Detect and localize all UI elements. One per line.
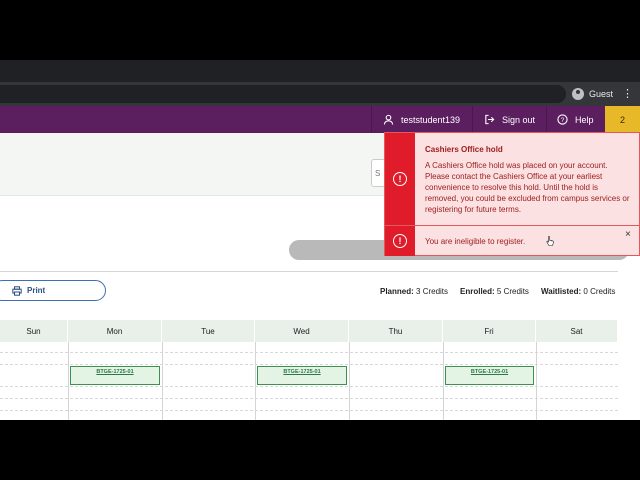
print-button[interactable]: Print <box>0 280 106 301</box>
day-column-line <box>162 342 163 420</box>
svg-text:?: ? <box>561 117 565 124</box>
alert-panel: ! Cashiers Office hold A Cashiers Office… <box>384 132 640 256</box>
printer-icon <box>12 285 22 296</box>
ineligible-alert-stripe: ! <box>385 226 415 256</box>
user-icon <box>383 114 394 125</box>
day-column-line <box>68 342 69 420</box>
username-label: teststudent139 <box>401 114 461 125</box>
day-column-line <box>255 342 256 420</box>
user-menu[interactable]: teststudent139 <box>383 106 460 133</box>
hold-message: A Cashiers Office hold was placed on you… <box>425 161 630 214</box>
day-header-wed: Wed <box>255 320 349 342</box>
profile-button[interactable]: Guest <box>572 86 613 102</box>
course-block-mon[interactable]: BTGE-1725-01 <box>70 366 160 385</box>
nav-divider <box>472 106 473 133</box>
nav-divider <box>371 106 372 133</box>
enrolled-credits: Enrolled: 5 Credits <box>460 287 529 296</box>
course-block-wed[interactable]: BTGE-1725-01 <box>257 366 347 385</box>
time-row-line <box>0 352 618 353</box>
hold-alert: ! Cashiers Office hold A Cashiers Office… <box>385 133 639 226</box>
top-navigation: teststudent139 Sign out ? Help 2 <box>0 106 640 133</box>
day-header-sun: Sun <box>0 320 68 342</box>
address-bar[interactable] <box>0 85 566 103</box>
alert-icon: ! <box>393 172 407 186</box>
profile-label: Guest <box>589 89 614 99</box>
day-column-line <box>349 342 350 420</box>
planned-credits: Planned: 3 Credits <box>380 287 448 296</box>
day-header-tue: Tue <box>162 320 255 342</box>
nav-divider <box>546 106 547 133</box>
guest-avatar-icon <box>572 88 584 100</box>
mouse-pointer-icon <box>546 236 554 246</box>
print-label: Print <box>27 286 46 295</box>
notification-count: 2 <box>619 114 625 125</box>
day-column-line <box>536 342 537 420</box>
waitlisted-credits: Waitlisted: 0 Credits <box>541 287 615 296</box>
time-row-line <box>0 386 618 387</box>
time-row-line <box>0 398 618 399</box>
screen-frame: Guest ⋮ teststudent139 Sign out ? Help 2 <box>0 0 640 480</box>
help-button[interactable]: ? Help <box>557 106 594 133</box>
time-row-line <box>0 410 618 411</box>
planned-value: 3 Credits <box>416 287 449 296</box>
time-row-line <box>0 364 618 365</box>
sign-out-label: Sign out <box>502 114 536 125</box>
day-header-fri: Fri <box>443 320 536 342</box>
enrolled-value: 5 Credits <box>496 287 529 296</box>
day-header-mon: Mon <box>68 320 162 342</box>
hold-title: Cashiers Office hold <box>425 145 503 154</box>
help-icon: ? <box>557 114 568 125</box>
day-header-thu: Thu <box>349 320 443 342</box>
planned-label: Planned: <box>380 287 414 296</box>
ineligible-message: You are ineligible to register. <box>425 237 526 246</box>
close-icon[interactable]: × <box>625 229 631 240</box>
enrolled-label: Enrolled: <box>460 287 495 296</box>
waitlisted-label: Waitlisted: <box>541 287 582 296</box>
kebab-icon[interactable]: ⋮ <box>622 86 633 102</box>
sign-out-button[interactable]: Sign out <box>484 106 535 133</box>
course-block-fri[interactable]: BTGE-1725-01 <box>445 366 534 385</box>
day-header-sat: Sat <box>536 320 618 342</box>
waitlisted-value: 0 Credits <box>583 287 616 296</box>
alert-icon: ! <box>393 234 407 248</box>
day-column-line <box>443 342 444 420</box>
browser-tab-strip <box>0 60 640 82</box>
divider <box>0 271 618 272</box>
help-label: Help <box>575 114 594 125</box>
hold-alert-stripe: ! <box>385 133 415 225</box>
search-partial-text: S <box>375 169 381 178</box>
notification-badge[interactable]: 2 <box>605 106 640 133</box>
sign-out-icon <box>485 114 495 125</box>
